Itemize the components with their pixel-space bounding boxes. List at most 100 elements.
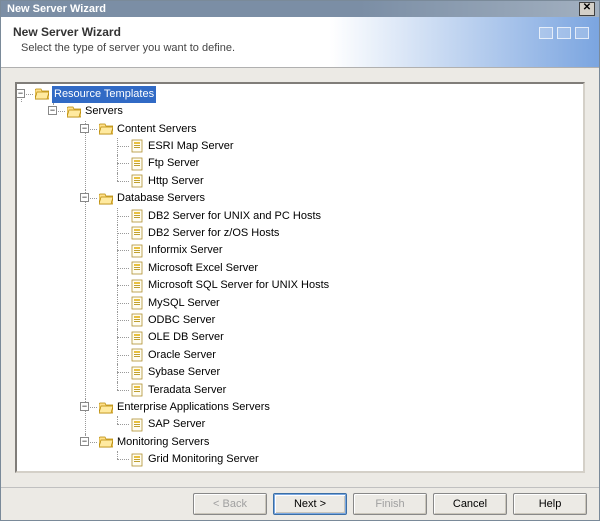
tree-node[interactable]: Monitoring Servers — [99, 434, 210, 451]
tree-branch: −Resource Templates−Servers−Content Serv… — [21, 86, 583, 469]
tree-node-label: Database Servers — [116, 190, 206, 207]
tree-leaf: Oracle Server — [117, 347, 583, 364]
tree-node-label: Sybase Server — [147, 364, 221, 381]
tree-leaf: ODBC Server — [117, 312, 583, 329]
tree-leaf: DB2 Server for UNIX and PC Hosts — [117, 208, 583, 225]
template-item-icon — [131, 226, 144, 240]
template-item-icon — [131, 139, 144, 153]
template-item-icon — [131, 348, 144, 362]
close-button[interactable]: ✕ — [579, 2, 595, 16]
header-decor — [539, 27, 589, 39]
page-title: New Server Wizard — [13, 25, 587, 39]
tree-node[interactable]: Http Server — [131, 173, 205, 190]
tree-branch: −Monitoring ServersGrid Monitoring Serve… — [85, 434, 583, 469]
tree-node-label: Microsoft SQL Server for UNIX Hosts — [147, 277, 330, 294]
wizard-window: New Server Wizard ✕ New Server Wizard Se… — [0, 0, 600, 521]
tree-node[interactable]: Grid Monitoring Server — [131, 451, 260, 468]
tree-leaf: ESRI Map Server — [117, 138, 583, 155]
tree-branch: −Enterprise Applications ServersSAP Serv… — [85, 399, 583, 434]
tree-leaf: Microsoft SQL Server for UNIX Hosts — [117, 277, 583, 294]
tree-node[interactable]: Microsoft SQL Server for UNIX Hosts — [131, 277, 330, 294]
template-item-icon — [131, 261, 144, 275]
folder-open-icon — [99, 436, 113, 448]
titlebar: New Server Wizard ✕ — [1, 1, 599, 17]
tree-node-label: Informix Server — [147, 242, 224, 259]
help-button[interactable]: Help — [513, 493, 587, 515]
folder-open-icon — [35, 88, 49, 100]
template-item-icon — [131, 279, 144, 293]
tree-node[interactable]: Oracle Server — [131, 347, 217, 364]
tree-branch: −Servers−Content ServersESRI Map ServerF… — [53, 103, 583, 469]
collapse-icon[interactable]: − — [80, 402, 89, 411]
tree-node[interactable]: Teradata Server — [131, 382, 227, 399]
content-area: −Resource Templates−Servers−Content Serv… — [1, 68, 599, 487]
tree-node[interactable]: DB2 Server for z/OS Hosts — [131, 225, 280, 242]
tree-node[interactable]: Enterprise Applications Servers — [99, 399, 271, 416]
tree-node-label: MySQL Server — [147, 295, 221, 312]
tree-node[interactable]: Sybase Server — [131, 364, 221, 381]
next-button[interactable]: Next > — [273, 493, 347, 515]
template-item-icon — [131, 453, 144, 467]
tree-leaf: Grid Monitoring Server — [117, 451, 583, 468]
folder-open-icon — [99, 402, 113, 414]
tree-branch: −Database ServersDB2 Server for UNIX and… — [85, 190, 583, 399]
tree-node[interactable]: Informix Server — [131, 242, 224, 259]
template-item-icon — [131, 366, 144, 380]
tree-node[interactable]: ESRI Map Server — [131, 138, 235, 155]
tree-node[interactable]: Content Servers — [99, 121, 197, 138]
tree-node-label: Monitoring Servers — [116, 434, 210, 451]
tree-node-label: Servers — [84, 103, 124, 120]
collapse-icon[interactable]: − — [80, 124, 89, 133]
finish-button[interactable]: Finish — [353, 493, 427, 515]
template-item-icon — [131, 331, 144, 345]
header-decor-box — [557, 27, 571, 39]
tree-node-label: Teradata Server — [147, 382, 227, 399]
template-item-icon — [131, 418, 144, 432]
template-item-icon — [131, 157, 144, 171]
tree-leaf: Microsoft Excel Server — [117, 260, 583, 277]
folder-open-icon — [99, 193, 113, 205]
window-title: New Server Wizard — [7, 3, 579, 15]
collapse-icon[interactable]: − — [80, 193, 89, 202]
tree-node[interactable]: OLE DB Server — [131, 329, 225, 346]
tree-node-label: Http Server — [147, 173, 205, 190]
tree-leaf: DB2 Server for z/OS Hosts — [117, 225, 583, 242]
tree-leaf: SAP Server — [117, 416, 583, 433]
tree-node-label: DB2 Server for z/OS Hosts — [147, 225, 280, 242]
tree-node-label: OLE DB Server — [147, 329, 225, 346]
back-button[interactable]: < Back — [193, 493, 267, 515]
tree-node[interactable]: DB2 Server for UNIX and PC Hosts — [131, 208, 322, 225]
resource-tree[interactable]: −Resource Templates−Servers−Content Serv… — [17, 86, 583, 469]
button-bar: < Back Next > Finish Cancel Help — [1, 487, 599, 520]
tree-node[interactable]: ODBC Server — [131, 312, 216, 329]
tree-node-label: Microsoft Excel Server — [147, 260, 259, 277]
tree-node-label: DB2 Server for UNIX and PC Hosts — [147, 208, 322, 225]
tree-node-label: ODBC Server — [147, 312, 216, 329]
template-item-icon — [131, 174, 144, 188]
cancel-button[interactable]: Cancel — [433, 493, 507, 515]
collapse-icon[interactable]: − — [16, 89, 25, 98]
tree-node-label: Enterprise Applications Servers — [116, 399, 271, 416]
template-item-icon — [131, 313, 144, 327]
tree-leaf: Sybase Server — [117, 364, 583, 381]
tree-node[interactable]: Microsoft Excel Server — [131, 260, 259, 277]
template-item-icon — [131, 209, 144, 223]
tree-node-label: Grid Monitoring Server — [147, 451, 260, 468]
collapse-icon[interactable]: − — [80, 437, 89, 446]
tree-node-label: Ftp Server — [147, 155, 200, 172]
tree-leaf: Ftp Server — [117, 155, 583, 172]
tree-node[interactable]: MySQL Server — [131, 295, 221, 312]
tree-node[interactable]: Ftp Server — [131, 155, 200, 172]
tree-node[interactable]: SAP Server — [131, 416, 206, 433]
tree-node-label: Content Servers — [116, 121, 197, 138]
tree-node-label: SAP Server — [147, 416, 206, 433]
tree-panel[interactable]: −Resource Templates−Servers−Content Serv… — [15, 82, 585, 473]
tree-node[interactable]: Servers — [67, 103, 124, 120]
template-item-icon — [131, 244, 144, 258]
header-decor-box — [575, 27, 589, 39]
tree-branch: −Content ServersESRI Map ServerFtp Serve… — [85, 121, 583, 191]
tree-node[interactable]: Database Servers — [99, 190, 206, 207]
tree-node[interactable]: Resource Templates — [35, 86, 156, 103]
tree-leaf: MySQL Server — [117, 295, 583, 312]
collapse-icon[interactable]: − — [48, 106, 57, 115]
